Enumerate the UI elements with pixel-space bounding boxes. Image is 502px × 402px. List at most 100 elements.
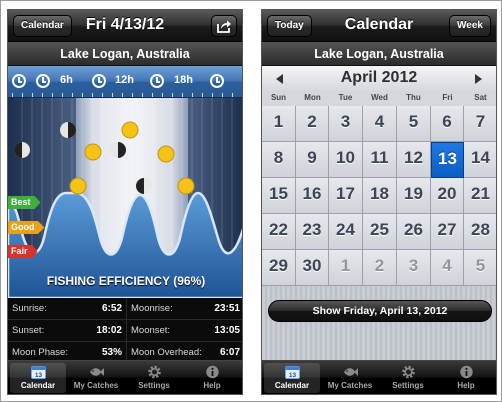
activity-dots (329, 135, 362, 148)
calendar-day[interactable]: 3 (397, 250, 431, 292)
day-number: 3 (340, 112, 351, 131)
tab-calendar[interactable]: 13 Calendar (10, 363, 66, 393)
tab-my-catches[interactable]: My Catches (322, 363, 378, 393)
day-number: 6 (442, 112, 452, 131)
day-number: 27 (437, 220, 457, 239)
calendar-day[interactable]: 1 (329, 250, 363, 292)
calendar-day[interactable]: 19 (397, 178, 431, 220)
calendar-day[interactable]: 27 (431, 214, 464, 256)
calendar-day[interactable]: 12 (397, 142, 431, 184)
calendar-day[interactable]: 17 (329, 178, 363, 220)
day-number: 14 (471, 148, 490, 167)
activity-dots (431, 135, 463, 148)
calendar-day[interactable]: 29 (262, 250, 296, 292)
info-row: Sunrise: 6:52 Moonrise: 23:51 (8, 298, 242, 320)
calendar-day[interactable]: 21 (464, 178, 496, 220)
month-title: April 2012 (340, 69, 418, 86)
day-number: 18 (370, 184, 389, 203)
calendar-day[interactable]: 23 (296, 214, 329, 256)
calendar-day[interactable]: 3 (329, 106, 363, 148)
calendar-day[interactable]: 18 (363, 178, 397, 220)
activity-dots (431, 279, 463, 292)
day-number: 20 (437, 184, 457, 203)
calendar-day[interactable]: 30 (296, 250, 329, 292)
tab-label: Settings (392, 381, 424, 390)
time-ticks (12, 93, 233, 97)
tab-settings[interactable]: Settings (380, 363, 436, 393)
calendar-day[interactable]: 4 (431, 250, 464, 292)
month-header: April 2012 (262, 66, 496, 92)
time-scale[interactable]: 6h 12h 18h (8, 66, 242, 98)
tab-label: Calendar (20, 381, 56, 390)
tab-calendar[interactable]: 13 Calendar (264, 363, 320, 393)
tab-my-catches[interactable]: My Catches (68, 363, 124, 393)
fishing-chart[interactable]: Best Good Fair FISHING EFFICIENCY (96%) (8, 98, 242, 298)
calendar-day[interactable]: 5 (464, 250, 496, 292)
calendar-day-selected[interactable]: 13 (431, 142, 464, 185)
activity-dots (464, 279, 496, 292)
tab-bar: 13 Calendar My Catches Settings Help (8, 360, 242, 394)
calendar-day[interactable]: 28 (464, 214, 496, 256)
activity-dots (262, 171, 295, 184)
week-button[interactable]: Week (449, 15, 491, 37)
activity-dots (464, 171, 496, 184)
day-number: 24 (336, 220, 355, 239)
activity-dots (431, 243, 463, 256)
activity-dots (464, 135, 496, 148)
activity-dots (464, 243, 496, 256)
show-date-button[interactable]: Show Friday, April 13, 2012 (268, 300, 492, 322)
activity-dots (397, 135, 430, 148)
day-number: 7 (475, 112, 486, 131)
calendar-day[interactable]: 25 (363, 214, 397, 256)
moonset-label: Moonset: (131, 325, 171, 336)
info-icon (206, 365, 219, 379)
fishing-chart-graphic (8, 98, 242, 298)
calendar-icon: 13 (31, 366, 46, 379)
weekday-label: Sat (474, 93, 487, 102)
calendar-day[interactable]: 26 (397, 214, 431, 256)
calendar-day[interactable]: 22 (262, 214, 296, 256)
activity-dots (363, 171, 396, 184)
activity-dots (397, 243, 430, 256)
calendar-day[interactable]: 11 (363, 142, 397, 184)
sunrise-value: 6:52 (101, 303, 122, 314)
day-view-screen: Calendar Fri 4/13/12 Lake Logan, Austral… (7, 9, 243, 395)
calendar-day[interactable]: 1 (262, 106, 296, 148)
day-number: 2 (374, 256, 385, 275)
calendar-day[interactable]: 15 (262, 178, 296, 220)
activity-dots (329, 171, 362, 184)
tab-help[interactable]: Help (438, 363, 494, 393)
next-month-arrow-icon[interactable] (475, 74, 482, 84)
activity-dots (432, 172, 463, 185)
calendar-day[interactable]: 2 (296, 106, 329, 148)
calendar-day[interactable]: 2 (363, 250, 397, 292)
calendar-day[interactable]: 4 (363, 106, 397, 148)
tab-settings[interactable]: Settings (126, 363, 182, 393)
calendar-day[interactable]: 14 (464, 142, 496, 184)
clock-icon (150, 74, 164, 88)
calendar-day[interactable]: 16 (296, 178, 329, 220)
calendar-day[interactable]: 10 (329, 142, 363, 184)
calendar-day[interactable]: 24 (329, 214, 363, 256)
calendar-day[interactable]: 8 (262, 142, 296, 184)
tab-help[interactable]: Help (184, 363, 240, 393)
day-number: 5 (408, 112, 419, 131)
calendar-day[interactable]: 9 (296, 142, 329, 184)
share-button[interactable] (211, 15, 237, 37)
clock-icon (92, 74, 106, 88)
fishing-efficiency-label: FISHING EFFICIENCY (96%) (46, 274, 206, 288)
calendar-day[interactable]: 6 (431, 106, 464, 148)
activity-dots (262, 135, 295, 148)
sunset-value: 18:02 (96, 325, 122, 336)
activity-dots (397, 279, 430, 292)
calendar-footer: Show Friday, April 13, 2012 (262, 286, 496, 362)
tab-label: My Catches (73, 381, 119, 390)
calendar-day[interactable]: 5 (397, 106, 431, 148)
activity-dots (329, 207, 362, 220)
calendar-day[interactable]: 20 (431, 178, 464, 220)
moonrise-label: Moonrise: (131, 303, 173, 314)
day-number: 5 (475, 256, 486, 275)
hour-label: 18h (174, 74, 193, 86)
activity-dots (329, 279, 362, 292)
calendar-day[interactable]: 7 (464, 106, 496, 148)
